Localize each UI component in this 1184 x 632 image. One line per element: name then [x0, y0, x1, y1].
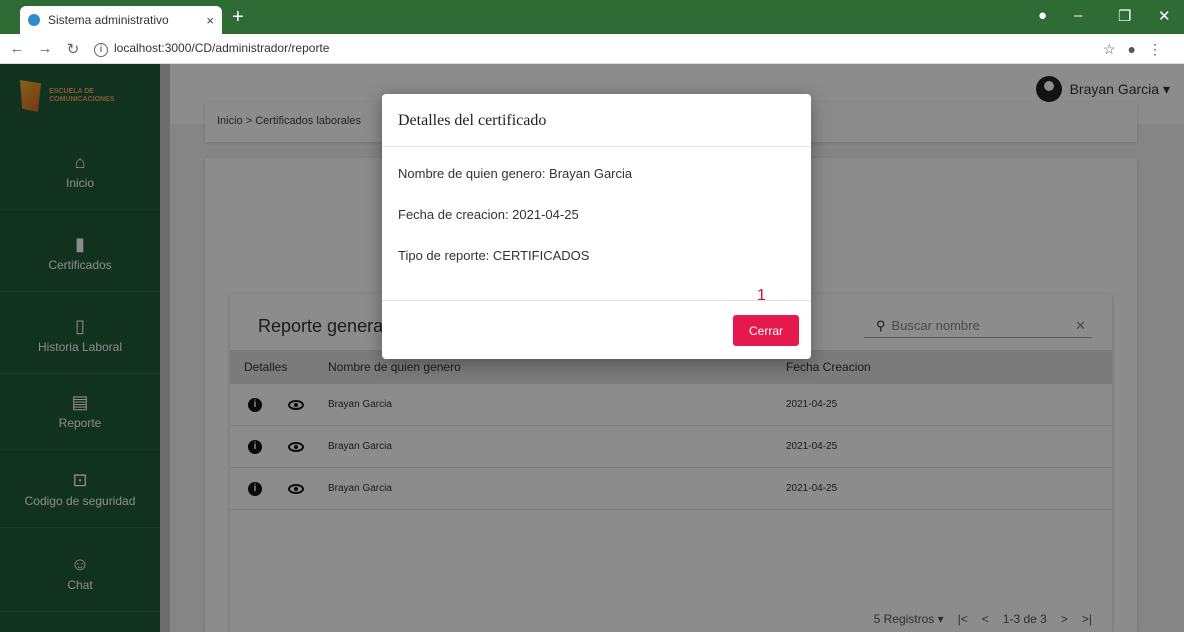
tab-close-icon[interactable]: × [206, 13, 214, 28]
browser-tab[interactable]: Sistema administrativo × [20, 6, 222, 34]
annotation-number: 1 [757, 287, 766, 304]
forward-icon[interactable]: → [34, 40, 56, 57]
browser-actions[interactable]: ☆●⋮ [1103, 41, 1174, 58]
address-bar: ← → ↻ i localhost:3000/CD/administrador/r… [0, 34, 1184, 64]
info-icon[interactable]: i [94, 42, 108, 57]
new-tab-button[interactable]: + [232, 6, 244, 28]
maximize-button[interactable]: ❐ [1118, 7, 1131, 25]
profile-dot-icon[interactable]: ● [1038, 7, 1047, 24]
favicon-icon [28, 14, 40, 26]
detail-date: Fecha de creacion: 2021-04-25 [398, 207, 579, 222]
url-text: localhost:3000/CD/administrador/reporte [114, 40, 330, 55]
dialog-title: Detalles del certificado [382, 94, 811, 147]
detail-type: Tipo de reporte: CERTIFICADOS [398, 248, 590, 263]
detail-creator: Nombre de quien genero: Brayan Garcia [398, 166, 633, 181]
reload-icon[interactable]: ↻ [62, 40, 84, 58]
close-window-button[interactable]: ✕ [1158, 7, 1171, 25]
url-field[interactable]: i localhost:3000/CD/administrador/reporte [94, 41, 329, 57]
minimize-button[interactable]: – [1074, 7, 1082, 24]
certificate-details-dialog: Detalles del certificado Nombre de quien… [382, 94, 811, 359]
dialog-divider [382, 300, 811, 301]
close-button[interactable]: Cerrar [733, 315, 799, 346]
tab-title: Sistema administrativo [48, 13, 169, 27]
back-icon[interactable]: ← [6, 40, 28, 57]
browser-tabbar: Sistema administrativo × + ● – ❐ ✕ [0, 0, 1184, 34]
